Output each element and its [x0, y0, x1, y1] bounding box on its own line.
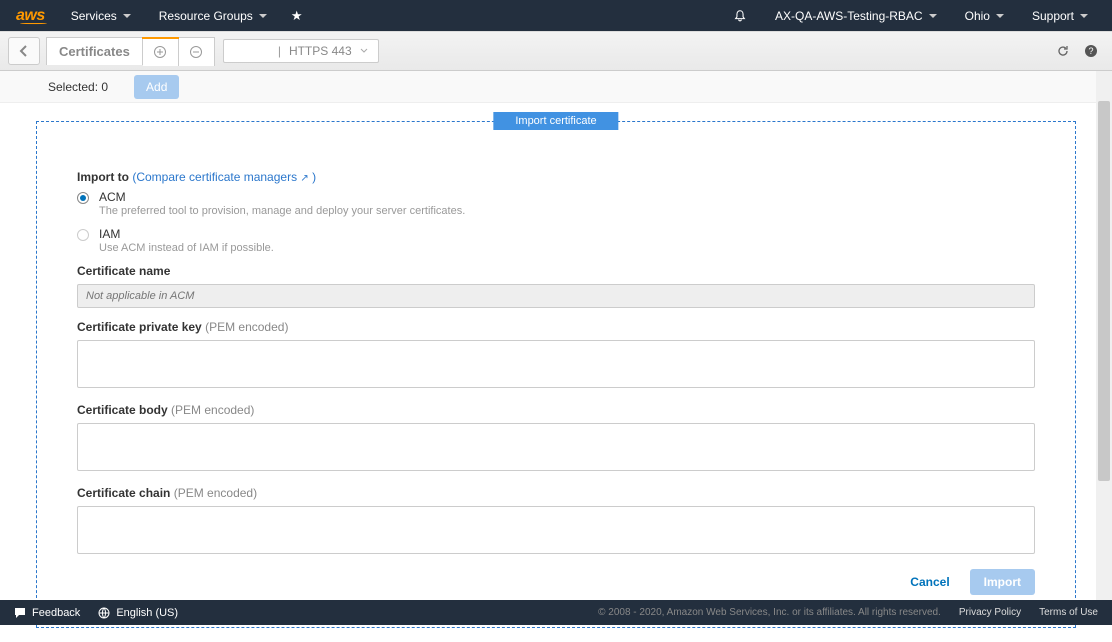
private-key-label: Certificate private key — [77, 320, 202, 334]
radio-iam-input[interactable] — [77, 229, 89, 241]
nav-region-label: Ohio — [965, 9, 990, 23]
subbar-actions: ? — [1056, 44, 1104, 58]
radio-iam-title: IAM — [99, 227, 274, 241]
cert-chain-group: Certificate chain (PEM encoded) — [77, 486, 1035, 557]
nav-support[interactable]: Support — [1018, 9, 1102, 23]
radio-acm-title: ACM — [99, 190, 465, 204]
back-button[interactable] — [8, 37, 40, 65]
import-to-label: Import to — [77, 170, 129, 184]
selected-count: Selected: 0 — [48, 80, 108, 94]
terms-link[interactable]: Terms of Use — [1039, 607, 1098, 618]
cert-body-input[interactable] — [77, 423, 1035, 471]
caret-down-icon — [929, 14, 937, 18]
cert-chain-label: Certificate chain — [77, 486, 170, 500]
chat-icon — [14, 607, 26, 619]
globe-icon — [98, 607, 110, 619]
top-nav: aws Services Resource Groups ★ AX-QA-AWS… — [0, 0, 1112, 31]
nav-left: aws Services Resource Groups ★ — [10, 7, 312, 25]
cert-body-label: Certificate body — [77, 403, 168, 417]
refresh-icon — [1056, 44, 1070, 58]
certificates-tab[interactable]: Certificates — [46, 37, 143, 65]
footer: Feedback English (US) © 2008 - 2020, Ama… — [0, 600, 1112, 625]
cert-body-group: Certificate body (PEM encoded) — [77, 403, 1035, 474]
nav-services-label: Services — [71, 9, 117, 23]
nav-account[interactable]: AX-QA-AWS-Testing-RBAC — [761, 9, 951, 23]
caret-down-icon — [996, 14, 1004, 18]
help-button[interactable]: ? — [1084, 44, 1098, 58]
svg-text:?: ? — [1088, 46, 1093, 56]
nav-region[interactable]: Ohio — [951, 9, 1018, 23]
bell-icon — [733, 9, 747, 23]
private-key-input[interactable] — [77, 340, 1035, 388]
cert-chain-input[interactable] — [77, 506, 1035, 554]
chevron-down-icon — [360, 48, 368, 54]
caret-down-icon — [1080, 14, 1088, 18]
listener-label: HTTPS 443 — [289, 44, 352, 58]
footer-left: Feedback English (US) — [14, 607, 178, 619]
plus-circle-icon — [153, 45, 167, 59]
main-content: Import certificate Import to (Compare ce… — [0, 103, 1112, 642]
copyright: © 2008 - 2020, Amazon Web Services, Inc.… — [598, 607, 941, 618]
sub-header: Certificates | HTTPS 443 ? — [0, 31, 1112, 71]
cert-name-group: Certificate name — [77, 264, 1035, 308]
pem-hint-3: (PEM encoded) — [174, 486, 257, 500]
nav-right: AX-QA-AWS-Testing-RBAC Ohio Support — [719, 9, 1102, 23]
import-button[interactable]: Import — [970, 569, 1035, 595]
nav-resource-groups-label: Resource Groups — [159, 9, 253, 23]
radio-iam-desc: Use ACM instead of IAM if possible. — [99, 242, 274, 254]
scrollbar-thumb[interactable] — [1098, 101, 1110, 481]
feedback-label: Feedback — [32, 607, 80, 619]
add-listener-tab[interactable] — [143, 37, 179, 66]
cert-name-input[interactable] — [77, 284, 1035, 308]
pin-icon[interactable]: ★ — [281, 8, 313, 24]
radio-acm[interactable]: ACM The preferred tool to provision, man… — [77, 190, 1035, 217]
refresh-button[interactable] — [1056, 44, 1070, 58]
vertical-scrollbar[interactable] — [1096, 71, 1112, 600]
privacy-link[interactable]: Privacy Policy — [959, 607, 1021, 618]
radio-iam-text: IAM Use ACM instead of IAM if possible. — [99, 227, 274, 254]
listener-selector[interactable]: | HTTPS 443 — [223, 39, 379, 63]
help-icon: ? — [1084, 44, 1098, 58]
compare-link-text: Compare certificate managers — [136, 170, 297, 184]
footer-right: © 2008 - 2020, Amazon Web Services, Inc.… — [598, 607, 1098, 618]
compare-managers-link[interactable]: (Compare certificate managers ↗ ) — [132, 170, 316, 184]
language-label: English (US) — [116, 607, 178, 619]
minus-circle-icon — [189, 45, 203, 59]
private-key-group: Certificate private key (PEM encoded) — [77, 320, 1035, 391]
radio-acm-desc: The preferred tool to provision, manage … — [99, 205, 465, 217]
notifications-button[interactable] — [719, 9, 761, 23]
pem-hint-1: (PEM encoded) — [205, 320, 288, 334]
nav-services[interactable]: Services — [57, 9, 145, 23]
language-selector[interactable]: English (US) — [98, 607, 178, 619]
chevron-left-icon — [19, 44, 29, 58]
feedback-link[interactable]: Feedback — [14, 607, 80, 619]
cancel-button[interactable]: Cancel — [900, 569, 959, 595]
panel-title: Import certificate — [493, 112, 618, 130]
nav-account-label: AX-QA-AWS-Testing-RBAC — [775, 9, 923, 23]
separator: | — [278, 44, 281, 58]
import-to-label-row: Import to (Compare certificate managers … — [77, 170, 1035, 184]
aws-logo[interactable]: aws — [10, 7, 57, 25]
add-button[interactable]: Add — [134, 75, 179, 99]
caret-down-icon — [259, 14, 267, 18]
nav-resource-groups[interactable]: Resource Groups — [145, 9, 281, 23]
pem-hint-2: (PEM encoded) — [171, 403, 254, 417]
external-link-icon: ↗ — [300, 173, 308, 184]
import-certificate-panel: Import certificate Import to (Compare ce… — [36, 121, 1076, 628]
nav-support-label: Support — [1032, 9, 1074, 23]
caret-down-icon — [123, 14, 131, 18]
selection-bar: Selected: 0 Add — [0, 71, 1112, 103]
radio-acm-input[interactable] — [77, 192, 89, 204]
cert-name-label: Certificate name — [77, 264, 170, 278]
form-buttons: Cancel Import — [77, 569, 1035, 595]
radio-iam[interactable]: IAM Use ACM instead of IAM if possible. — [77, 227, 1035, 254]
remove-listener-tab[interactable] — [179, 37, 215, 66]
radio-acm-text: ACM The preferred tool to provision, man… — [99, 190, 465, 217]
